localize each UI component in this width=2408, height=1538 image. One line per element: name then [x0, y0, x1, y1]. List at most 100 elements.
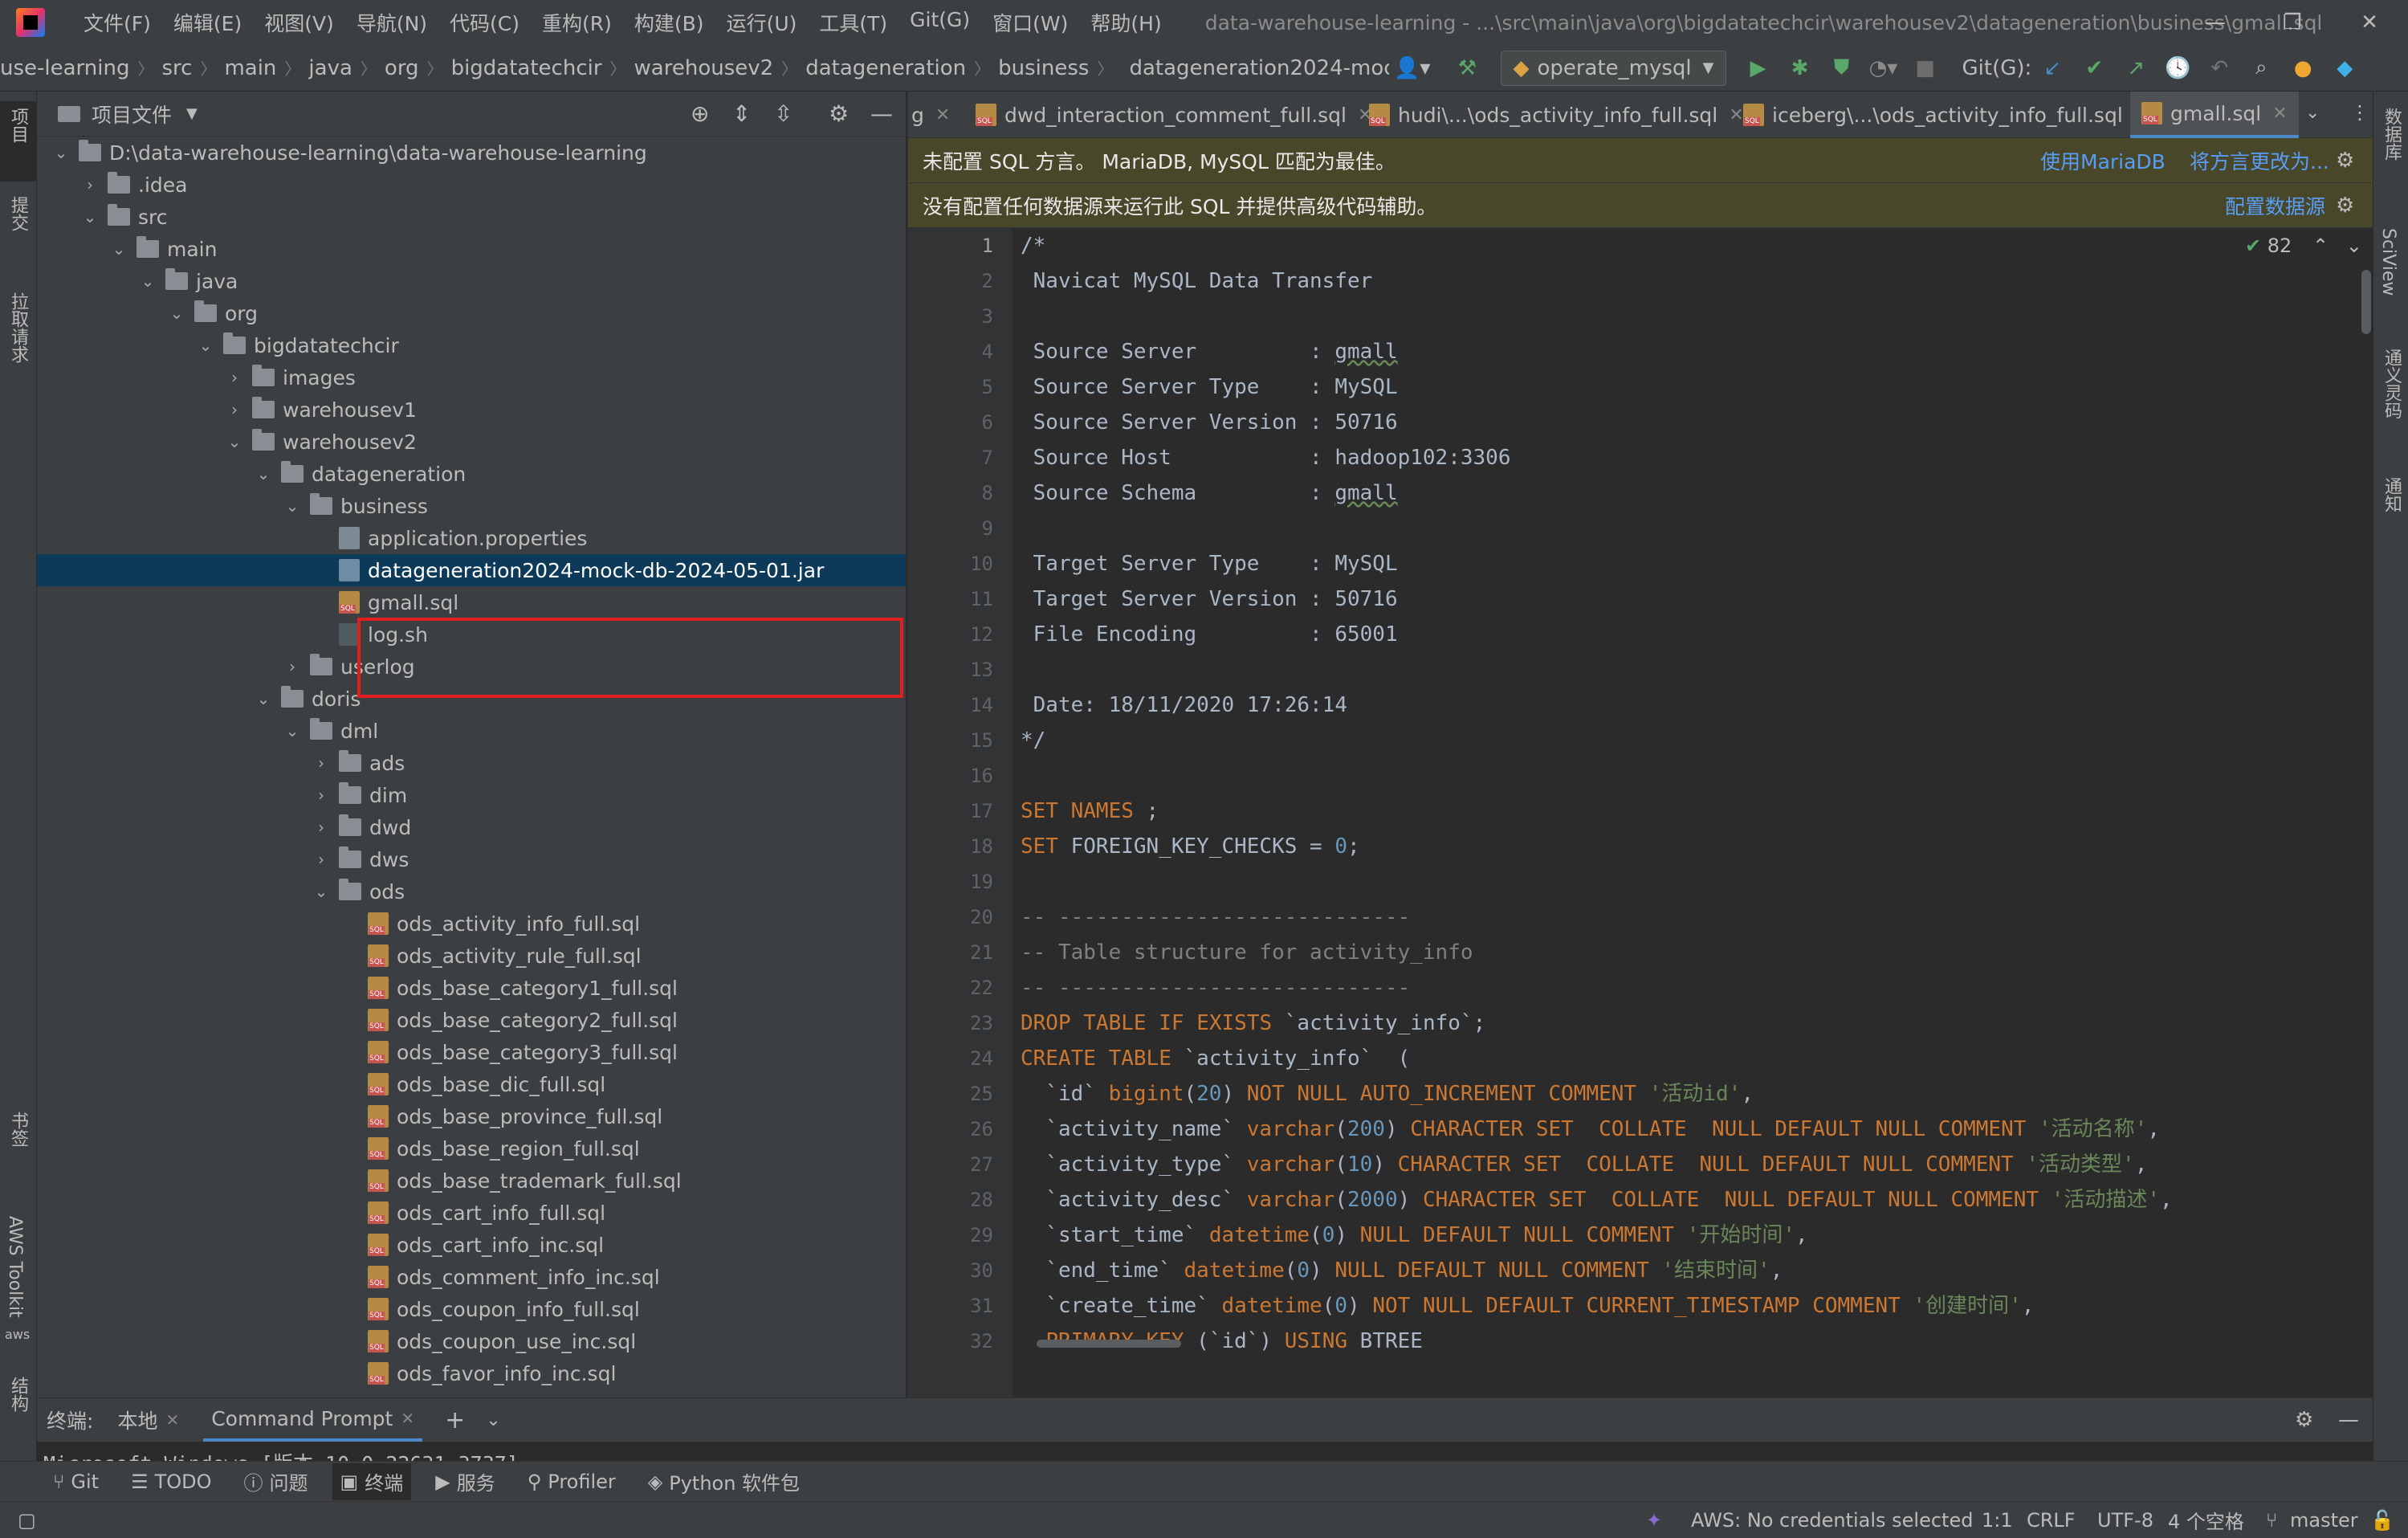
tree-folder[interactable]: ⌄ datageneration [37, 458, 906, 490]
code-line[interactable]: `activity_name` varchar(200) CHARACTER S… [1021, 1112, 2160, 1147]
menu-tools[interactable]: 工具(T) [808, 8, 898, 37]
locate-icon[interactable]: ⊕ [691, 100, 709, 127]
toggle-panels-icon[interactable]: ▢ [18, 1509, 36, 1532]
tool-tab-aws-toolkit[interactable]: AWS Toolkit [5, 1216, 25, 1318]
tool-tab-database[interactable]: 数据库 [2378, 108, 2404, 161]
chevron-down-icon[interactable]: ⌄ [2346, 235, 2362, 257]
rollback-icon[interactable]: ↶ [2203, 52, 2235, 84]
inspection-widget[interactable]: ✔ 82 ⌃ ⌄ [2245, 235, 2362, 257]
code-line[interactable]: Navicat MySQL Data Transfer [1021, 263, 1373, 299]
chevron-down-icon[interactable]: ⌄ [283, 721, 302, 740]
tree-file[interactable]: ods_base_category2_full.sql [37, 1004, 906, 1036]
tree-folder[interactable]: ⌄ ods [37, 875, 906, 908]
tree-file[interactable]: datageneration2024-mock-db-2024-05-01.ja… [37, 554, 906, 586]
stop-icon[interactable]: ■ [1909, 52, 1941, 84]
chevron-down-icon[interactable]: ⌄ [51, 143, 71, 162]
code-line[interactable]: CREATE TABLE `activity_info` ( [1021, 1041, 1410, 1076]
chevron-down-icon[interactable]: ⌄ [109, 239, 128, 259]
restore-icon[interactable]: ❐ [2254, 0, 2331, 45]
caret-position[interactable]: 1:1 [1982, 1509, 2013, 1532]
chevron-right-icon[interactable]: › [312, 785, 331, 805]
user-icon[interactable]: 👤▾ [1394, 52, 1430, 84]
chevron-right-icon[interactable]: › [80, 175, 100, 194]
aws-status[interactable]: AWS: No credentials selected [1691, 1509, 1973, 1532]
tree-folder[interactable]: › images [37, 361, 906, 394]
tree-folder[interactable]: ⌄ warehousev2 [37, 426, 906, 458]
tree-file[interactable]: ods_base_province_full.sql [37, 1100, 906, 1132]
debug-icon[interactable]: ✱ [1784, 52, 1816, 84]
menu-navigate[interactable]: 导航(N) [345, 8, 438, 37]
chevron-right-icon[interactable]: › [312, 753, 331, 773]
toolwindow-python-packages[interactable]: ◈ Python 软件包 [640, 1463, 808, 1500]
breadcrumb-item-current[interactable]: datageneration2024-mock-db-2024-05-01.ja… [1129, 56, 1389, 80]
toolwindow-profiler[interactable]: ⚲ Profiler [519, 1463, 624, 1500]
tab-list-chevron-icon[interactable]: ⌄ [2305, 103, 2320, 123]
use-mariadb-link[interactable]: 使用MariaDB [2040, 146, 2166, 175]
tool-tab-notifications[interactable]: 通知 [2378, 477, 2404, 512]
tree-file[interactable]: ods_base_region_full.sql [37, 1132, 906, 1165]
tree-file[interactable]: ods_favor_info_inc.sql [37, 1357, 906, 1389]
toolwindow-services[interactable]: ▶ 服务 [427, 1463, 503, 1500]
tree-folder[interactable]: › warehousev1 [37, 394, 906, 426]
coverage-icon[interactable]: ⛊ [1826, 52, 1858, 84]
toolwindow-git[interactable]: ⑂ Git [45, 1463, 107, 1500]
chevron-up-icon[interactable]: ⌃ [2312, 235, 2329, 257]
editor-tab-active[interactable]: gmall.sql✕ [2130, 92, 2299, 138]
tree-folder[interactable]: ⌄ bigdatatechcir [37, 329, 906, 361]
code-line[interactable]: `end_time` datetime(0) NULL DEFAULT NULL… [1021, 1253, 1783, 1288]
code-line[interactable]: `create_time` datetime(0) NOT NULL DEFAU… [1021, 1288, 2034, 1324]
toolwindow-todo[interactable]: ☰ TODO [123, 1463, 219, 1500]
git-update-icon[interactable]: ↙ [2036, 52, 2068, 84]
menu-build[interactable]: 构建(B) [623, 8, 715, 37]
hide-panel-icon[interactable]: — [870, 100, 893, 127]
close-icon[interactable]: ✕ [2331, 0, 2408, 45]
code-line[interactable]: */ [1021, 723, 1045, 758]
close-tab-icon[interactable]: ✕ [935, 105, 950, 125]
chevron-down-icon[interactable]: ⌄ [80, 207, 100, 226]
chevron-down-icon[interactable]: ⌄ [486, 1410, 500, 1430]
code-line[interactable]: DROP TABLE IF EXISTS `activity_info`; [1021, 1006, 1485, 1041]
breadcrumb-item[interactable]: java [308, 56, 352, 80]
chevron-down-icon[interactable]: ⌄ [225, 432, 244, 451]
search-icon[interactable]: ⌕ [2245, 52, 2277, 84]
configure-datasource-link[interactable]: 配置数据源 [2225, 191, 2325, 220]
tree-folder[interactable]: ⌄ org [37, 297, 906, 329]
tree-folder[interactable]: ⌄ src [37, 201, 906, 233]
run-config-select[interactable]: ◆ operate_mysql ▼ [1501, 50, 1726, 86]
breadcrumb-item[interactable]: datageneration [805, 56, 966, 80]
tool-tab-sciview[interactable]: SciView [2378, 228, 2398, 296]
code-line[interactable]: Source Schema : gmall [1021, 475, 1398, 511]
tree-file[interactable]: ods_cart_info_inc.sql [37, 1229, 906, 1261]
tree-file[interactable]: ods_base_trademark_full.sql [37, 1165, 906, 1197]
code-line[interactable]: Date: 18/11/2020 17:26:14 [1021, 687, 1347, 723]
menu-code[interactable]: 代码(C) [438, 8, 531, 37]
menu-view[interactable]: 视图(V) [253, 8, 345, 37]
code-line[interactable]: -- Table structure for activity_info [1021, 935, 1473, 970]
collapse-all-icon[interactable]: ⇳ [774, 100, 792, 127]
breadcrumb-item[interactable]: main [224, 56, 276, 80]
code-line[interactable]: File Encoding : 65001 [1021, 617, 1398, 652]
tree-file[interactable]: ods_base_category3_full.sql [37, 1036, 906, 1068]
tree-file[interactable]: ods_activity_rule_full.sql [37, 940, 906, 972]
change-dialect-link[interactable]: 将方言更改为... [2190, 146, 2329, 175]
breadcrumb-item[interactable]: src [161, 56, 192, 80]
tree-folder[interactable]: › dwd [37, 811, 906, 843]
code-line[interactable]: `start_time` datetime(0) NULL DEFAULT NU… [1021, 1218, 1807, 1253]
menu-git[interactable]: Git(G) [898, 8, 981, 37]
chevron-right-icon[interactable]: › [225, 400, 244, 419]
chevron-down-icon[interactable]: ⌄ [312, 882, 331, 901]
line-separator[interactable]: CRLF [2027, 1509, 2076, 1532]
toolwindow-terminal[interactable]: ▣ 终端 [332, 1463, 412, 1500]
profile-icon[interactable]: ◔▾ [1868, 52, 1900, 84]
tool-tab-project[interactable]: 项目 [5, 108, 31, 143]
tree-folder[interactable]: ⌄ D:\data-warehouse-learning\data-warehou… [37, 137, 906, 169]
tree-file[interactable]: gmall.sql [37, 586, 906, 618]
code-line[interactable]: `activity_type` varchar(10) CHARACTER SE… [1021, 1147, 2147, 1182]
tree-folder[interactable]: › ads [37, 747, 906, 779]
tree-file[interactable]: ods_coupon_info_full.sql [37, 1293, 906, 1325]
tree-file[interactable]: ods_coupon_use_inc.sql [37, 1325, 906, 1357]
breadcrumb-item[interactable]: org [385, 56, 419, 80]
intellij-logo-icon[interactable] [16, 8, 45, 37]
chevron-right-icon[interactable]: › [225, 368, 244, 387]
code-line[interactable]: SET FOREIGN_KEY_CHECKS = 0; [1021, 829, 1360, 864]
